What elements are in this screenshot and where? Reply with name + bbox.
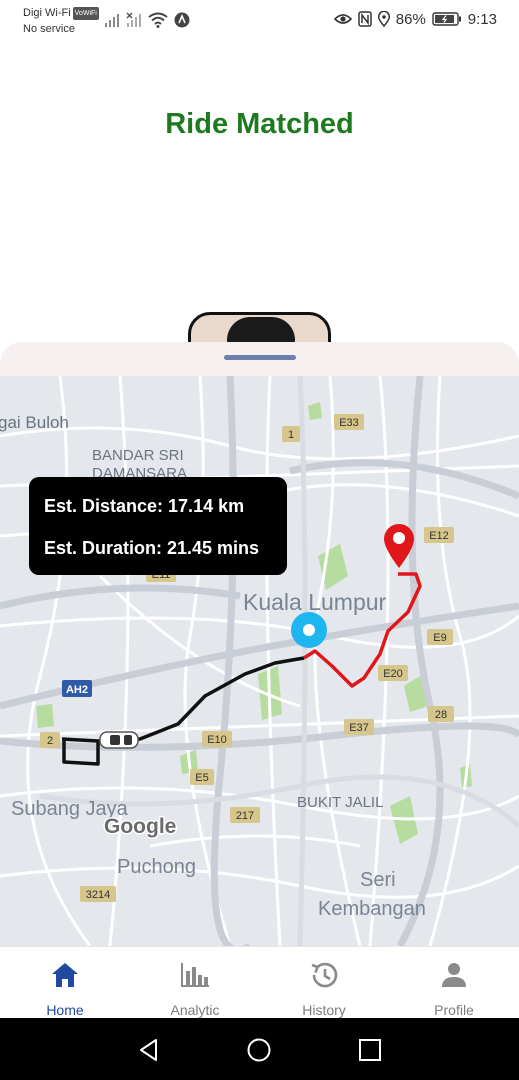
system-navigation-bar	[0, 1018, 519, 1080]
battery-icon	[432, 12, 461, 26]
back-icon[interactable]	[136, 1037, 162, 1063]
shield-e10: E10	[207, 734, 227, 746]
route-map[interactable]: gai Buloh BANDAR SRI DAMANSARA Kuala Lum…	[0, 376, 519, 946]
status-bar: Digi Wi-Fi VoWiFi No service 86% 9:13	[0, 0, 519, 44]
shield-1: 1	[288, 429, 294, 441]
bottom-navigation: Home Analytic History Profile	[0, 946, 519, 1018]
map-label-kembangan: Kembangan	[318, 898, 426, 920]
map-label-bukit-jalil: BUKIT JALIL	[297, 794, 383, 811]
bar-chart-icon	[181, 963, 209, 987]
nav-analytic-label: Analytic	[170, 1002, 220, 1018]
service-status: No service	[23, 23, 75, 35]
shield-e5: E5	[195, 772, 208, 784]
map-label-seri: Seri	[360, 869, 396, 891]
est-distance: Est. Distance: 17.14 km	[44, 496, 245, 516]
app-root: Digi Wi-Fi VoWiFi No service 86% 9:13 Rid…	[0, 0, 519, 1080]
map-label-kuala-lumpur: Kuala Lumpur	[243, 589, 387, 615]
nav-history-label: History	[302, 1002, 346, 1018]
signal-strength-icon	[105, 14, 119, 27]
carrier-name: Digi Wi-Fi	[23, 7, 71, 19]
shield-ah2: AH2	[66, 684, 88, 696]
map-canvas: gai Buloh BANDAR SRI DAMANSARA Kuala Lum…	[0, 376, 519, 946]
nav-profile-label: Profile	[434, 1002, 474, 1018]
nfc-icon	[358, 11, 372, 27]
battery-percentage: 86%	[395, 10, 426, 28]
no-signal-icon	[126, 12, 141, 27]
shield-28: 28	[435, 709, 447, 721]
recents-icon[interactable]	[357, 1037, 383, 1063]
nav-history[interactable]: History	[274, 947, 374, 1019]
wifi-icon	[148, 12, 168, 28]
history-icon	[311, 962, 338, 988]
status-icons-right: 86% 9:13	[333, 9, 497, 29]
nav-home-label: Home	[46, 1002, 84, 1018]
signal-icons	[104, 10, 190, 28]
nav-home[interactable]: Home	[15, 947, 115, 1019]
shield-217: 217	[236, 810, 254, 822]
page-title: Ride Matched	[165, 108, 354, 140]
trip-info-box: Est. Distance: 17.14 km Est. Duration: 2…	[29, 477, 287, 575]
map-label-puchong: Puchong	[117, 856, 196, 878]
eye-comfort-icon	[333, 14, 352, 24]
nav-profile[interactable]: Profile	[404, 947, 504, 1019]
shield-e12: E12	[429, 530, 449, 542]
home-icon	[52, 963, 78, 987]
est-duration: Est. Duration: 21.45 mins	[44, 538, 260, 558]
map-label-bandar-sri: BANDAR SRI	[92, 447, 184, 464]
map-label-sungai-buloh: gai Buloh	[0, 413, 69, 432]
shield-2: 2	[47, 735, 53, 747]
drag-handle[interactable]	[224, 355, 296, 360]
shield-e9: E9	[433, 632, 446, 644]
location-icon	[377, 11, 390, 27]
nav-analytic[interactable]: Analytic	[145, 947, 245, 1019]
carrier-info: Digi Wi-Fi VoWiFi No service	[23, 7, 99, 36]
person-icon	[442, 963, 466, 987]
shield-3214: 3214	[86, 889, 110, 901]
shield-e33: E33	[339, 417, 359, 429]
shield-e37: E37	[349, 722, 369, 734]
google-logo: Google	[104, 815, 176, 838]
pickup-location-icon	[291, 612, 327, 648]
car-marker-icon	[99, 731, 139, 749]
bottom-sheet-header[interactable]	[0, 342, 519, 376]
app-notification-icon	[174, 12, 190, 28]
clock: 9:13	[467, 10, 497, 28]
shield-e20: E20	[383, 668, 403, 680]
home-circle-icon[interactable]	[246, 1037, 272, 1063]
vowifi-badge: VoWiFi	[72, 7, 99, 20]
